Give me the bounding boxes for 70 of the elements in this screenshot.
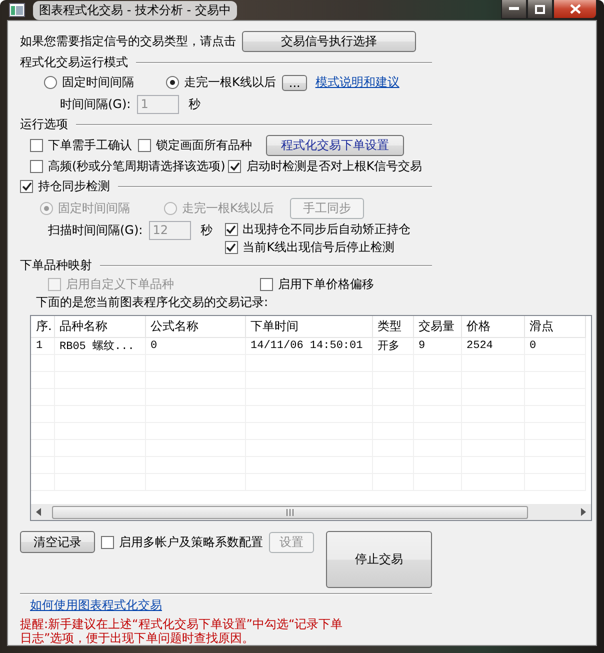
scroll-left-icon[interactable] bbox=[35, 508, 43, 516]
unit-label: 秒 bbox=[188, 96, 201, 112]
table-cell: RB05 螺纹... bbox=[54, 337, 145, 354]
scroll-thumb[interactable] bbox=[52, 506, 528, 518]
checkbox-label: 启用下单价格偏移 bbox=[278, 276, 374, 293]
more-button[interactable]: ... bbox=[282, 74, 308, 90]
radio-label: 走完一根K线以后 bbox=[184, 74, 276, 91]
radio-label: 固定时间间隔 bbox=[58, 200, 130, 216]
checkbox[interactable] bbox=[228, 160, 242, 173]
app-icon bbox=[9, 3, 25, 17]
column-header[interactable]: 价格 bbox=[461, 316, 524, 337]
checkbox-label: 高频(秒或分笔周期请选择该选项) bbox=[48, 158, 226, 175]
interval-label: 时间间隔(G): bbox=[60, 96, 131, 112]
radio-label: 固定时间间隔 bbox=[62, 74, 134, 91]
table-cell: 14/11/06 14:50:01 bbox=[245, 337, 372, 354]
checkbox[interactable] bbox=[30, 160, 43, 173]
checkbox[interactable] bbox=[20, 180, 33, 193]
minimize-icon bbox=[509, 7, 519, 11]
table-cell: 1 bbox=[31, 337, 54, 354]
horizontal-scrollbar[interactable] bbox=[31, 503, 591, 520]
radio-button[interactable] bbox=[166, 76, 179, 89]
group-title: 程式化交易运行模式 bbox=[20, 54, 128, 71]
checkbox-label: 启动时检测是否对上根K信号交易 bbox=[246, 158, 422, 175]
checkbox-label: 持仓同步检测 bbox=[38, 178, 110, 195]
radio-label: 走完一根K线以后 bbox=[182, 200, 274, 216]
scan-interval-label: 扫描时间间隔(G): bbox=[48, 222, 143, 238]
records-caption: 下面的是您当前图表程序化交易的交易记录: bbox=[36, 294, 268, 311]
order-settings-button[interactable]: 程式化交易下单设置 bbox=[266, 134, 404, 156]
checkbox-label: 启用多帐户及策略系数配置 bbox=[119, 534, 263, 550]
window-title: 图表程式化交易 - 技术分析 - 交易中 bbox=[33, 0, 237, 20]
signal-select-button[interactable]: 交易信号执行选择 bbox=[242, 30, 416, 52]
group-title: 运行选项 bbox=[20, 116, 68, 133]
table-cell: 9 bbox=[413, 337, 461, 354]
clear-records-button[interactable]: 清空记录 bbox=[20, 531, 95, 553]
table-cell: 2524 bbox=[461, 337, 524, 354]
checkbox[interactable] bbox=[224, 222, 238, 236]
column-header[interactable]: 公式名称 bbox=[145, 316, 245, 337]
table-cell: 开多 bbox=[372, 337, 413, 354]
close-button[interactable] bbox=[553, 0, 597, 19]
minimize-button[interactable] bbox=[501, 0, 527, 19]
radio-button[interactable] bbox=[44, 76, 57, 89]
mode-help-link[interactable]: 模式说明和建议 bbox=[315, 74, 400, 91]
prompt-text: 如果您需要指定信号的交易类型，请点击 bbox=[20, 32, 236, 50]
close-icon bbox=[570, 4, 580, 14]
checkbox[interactable] bbox=[101, 536, 114, 548]
checkbox[interactable] bbox=[260, 278, 273, 291]
help-link[interactable]: 如何使用图表程式化交易 bbox=[30, 596, 162, 614]
column-header[interactable]: 品种名称 bbox=[54, 316, 145, 337]
checkbox-label: 锁定画面所有品种 bbox=[156, 136, 252, 154]
checkbox-label: 出现持仓不同步后自动矫正持仓 bbox=[242, 220, 411, 238]
column-header[interactable]: 序. bbox=[31, 316, 54, 337]
table-cell: 0 bbox=[145, 337, 245, 354]
checkbox-label: 当前K线出现信号后停止检测 bbox=[242, 238, 395, 256]
checkbox[interactable] bbox=[224, 240, 238, 254]
checkbox[interactable] bbox=[138, 138, 151, 152]
scroll-right-icon[interactable] bbox=[579, 508, 587, 516]
column-header[interactable]: 类型 bbox=[372, 316, 413, 337]
unit-label: 秒 bbox=[200, 222, 213, 238]
column-header[interactable]: 下单时间 bbox=[245, 316, 372, 337]
table-cell: 0 bbox=[524, 337, 585, 354]
checkbox-label: 启用自定义下单品种 bbox=[66, 276, 174, 293]
group-title: 下单品种映射 bbox=[20, 257, 92, 274]
reminder-text: 提醒:新手建议在上述“程式化交易下单设置”中勾选“记录下单日志”选项，便于出现下单问题时查找原因。 bbox=[20, 617, 344, 645]
checkbox-label: 下单需手工确认 bbox=[48, 136, 132, 154]
column-header[interactable]: 交易量 bbox=[413, 316, 461, 337]
maximize-icon bbox=[535, 4, 545, 14]
checkbox[interactable] bbox=[30, 138, 43, 152]
column-header[interactable]: 滑点 bbox=[524, 316, 585, 337]
stop-trading-button[interactable]: 停止交易 bbox=[326, 531, 432, 588]
maximize-button[interactable] bbox=[527, 0, 553, 19]
